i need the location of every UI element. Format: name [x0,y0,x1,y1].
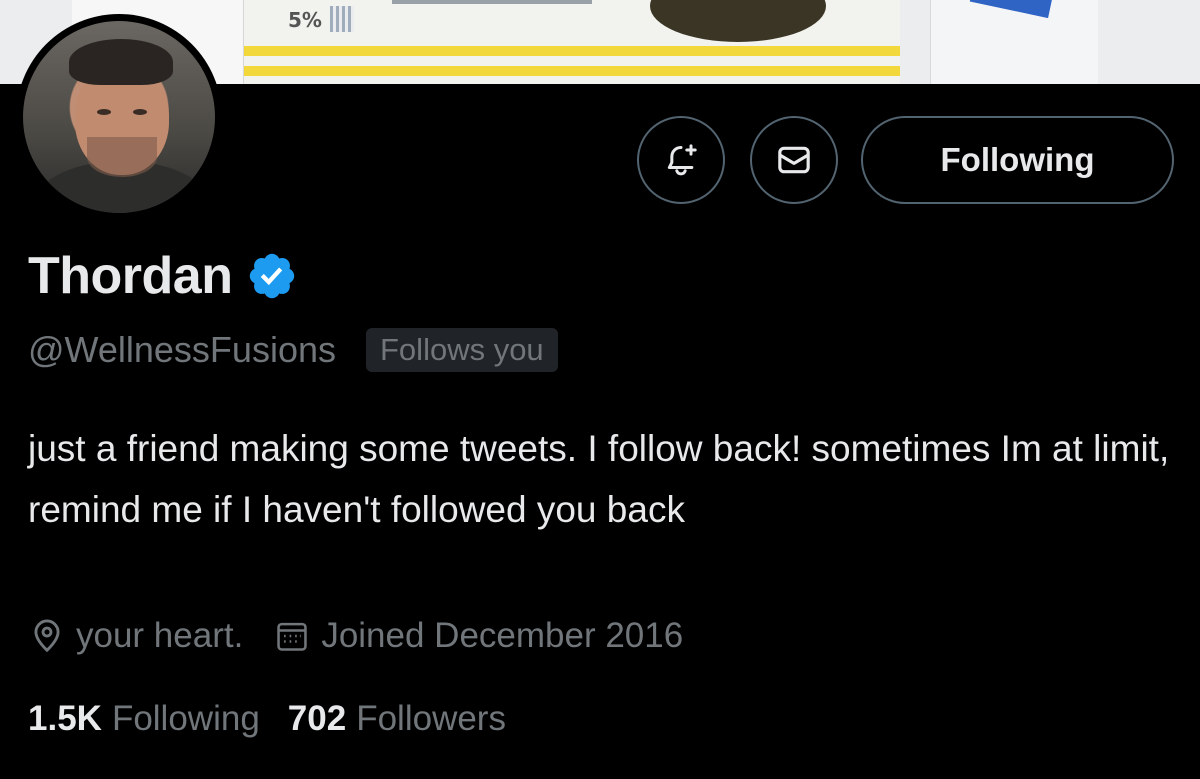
avatar[interactable] [16,14,222,220]
following-count-link[interactable]: 1.5K Following [28,699,260,739]
joined-text: Joined December 2016 [321,616,684,655]
profile-stats: 1.5K Following 702 Followers [28,693,506,745]
message-button[interactable] [750,116,838,204]
calendar-icon [277,622,308,651]
banner-package-middle: 5% [244,0,900,84]
follows-you-badge: Follows you [366,328,558,372]
verified-badge-icon[interactable] [246,250,298,302]
banner-package-right [930,0,1098,84]
profile-handle: @WellnessFusions [28,329,336,370]
avatar-photo [23,21,215,213]
banner-qr-code [330,6,354,32]
profile-bio: just a friend making some tweets. I foll… [28,428,1170,530]
notifications-button[interactable] [637,116,725,204]
location-pin-icon [34,619,60,653]
followers-count-link[interactable]: 702 Followers [288,699,506,739]
following-count: 1.5K [28,699,102,738]
followers-count: 702 [287,699,347,738]
location-text: your heart. [76,616,244,655]
profile-name-row: Thordan [28,244,298,308]
profile-joined: Joined December 2016 [273,616,683,656]
profile-handle-row: @WellnessFusions Follows you [28,322,558,378]
followers-label: Followers [356,699,506,738]
following-button[interactable]: Following [861,116,1174,204]
profile-location: your heart. [28,616,243,656]
profile-meta: your heart. Joined December 2016 [28,610,683,662]
banner-artwork [650,0,826,42]
bell-plus-icon [667,144,697,176]
banner-badge-text: 5% [288,8,322,32]
envelope-icon [778,146,810,174]
following-label: Following [111,699,260,738]
profile-name: Thordan [28,247,233,305]
